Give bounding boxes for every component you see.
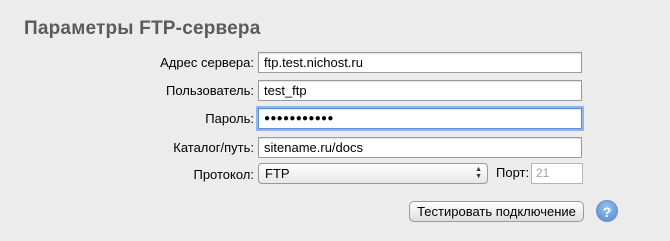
test-connection-button[interactable]: Тестировать подключение	[409, 201, 584, 222]
protocol-select[interactable]: FTP ▲ ▼	[258, 163, 488, 184]
server-address-field[interactable]: ftp.test.nichost.ru	[258, 52, 582, 73]
password-field[interactable]: ●●●●●●●●●●●	[258, 108, 582, 129]
password-label: Пароль:	[205, 111, 254, 126]
select-arrows-icon: ▲ ▼	[475, 166, 482, 180]
protocol-label: Протокол:	[193, 167, 254, 182]
directory-field[interactable]: sitename.ru/docs	[258, 137, 582, 158]
server-address-label: Адрес сервера:	[160, 55, 254, 70]
username-label: Пользователь:	[166, 83, 254, 98]
port-label: Порт:	[496, 165, 530, 180]
protocol-value: FTP	[265, 166, 290, 181]
username-field[interactable]: test_ftp	[258, 80, 582, 101]
help-icon[interactable]: ?	[596, 200, 618, 222]
panel-title: Параметры FTP-сервера	[24, 18, 261, 39]
directory-label: Каталог/путь:	[173, 140, 254, 155]
port-field[interactable]: 21	[531, 163, 583, 184]
